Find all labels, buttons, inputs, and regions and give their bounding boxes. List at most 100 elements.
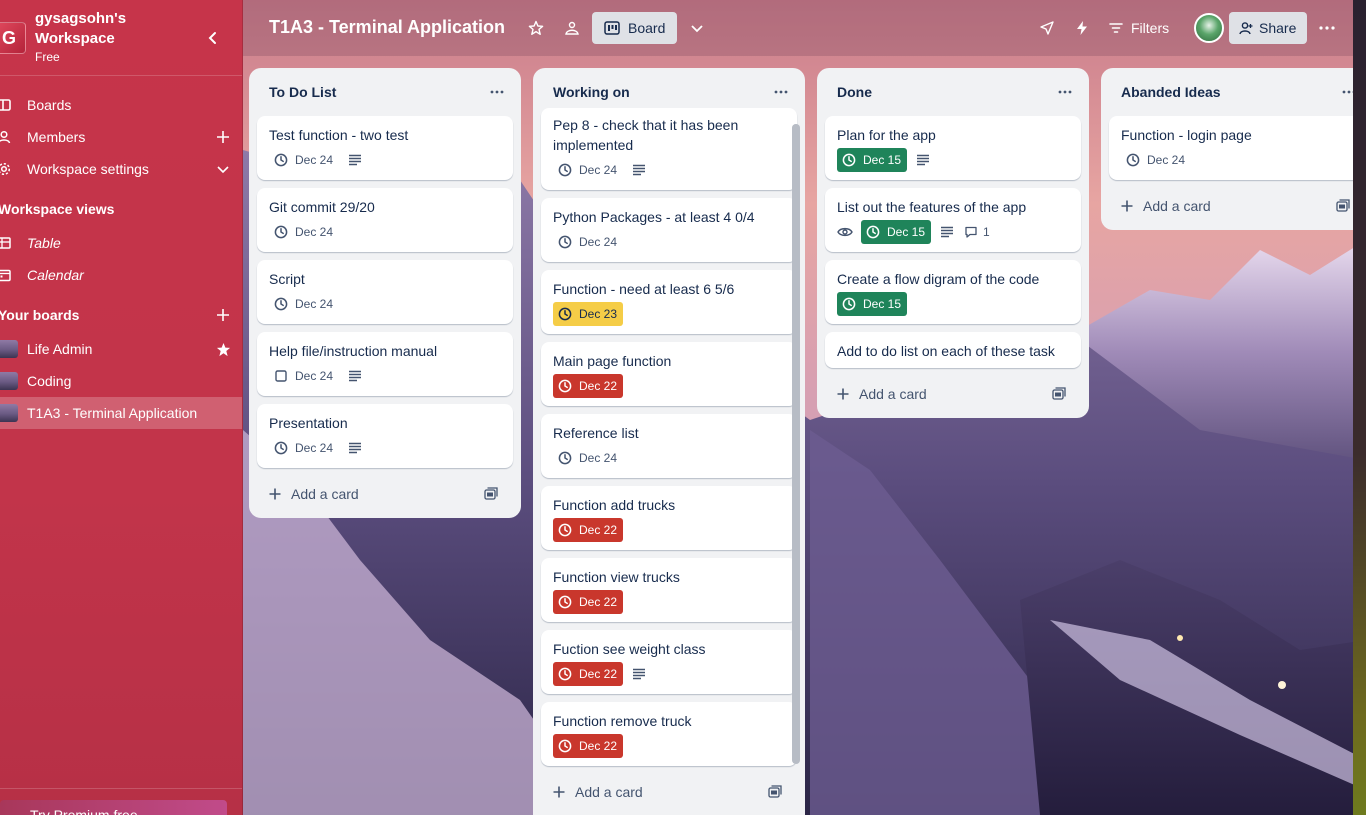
scrollbar-thumb[interactable] [792, 124, 800, 764]
due-date-badge[interactable]: Dec 24 [553, 230, 623, 254]
due-date-text: Dec 24 [295, 369, 334, 383]
try-premium-button[interactable]: Try Premium free [0, 800, 227, 815]
table-icon [0, 235, 12, 251]
due-date-badge[interactable]: Dec 23 [553, 302, 624, 326]
card-template-icon[interactable] [483, 486, 499, 502]
card-title: Create a flow digram of the code [837, 271, 1040, 287]
sidebar-board-t1a3[interactable]: T1A3 - Terminal Application [0, 397, 242, 429]
card[interactable]: Function view trucks Dec 22 [541, 558, 797, 622]
list-menu-button[interactable] [769, 80, 793, 104]
sidebar-board-coding[interactable]: Coding [0, 365, 242, 397]
card[interactable]: Presentation Dec 24 [257, 404, 513, 468]
member-avatar[interactable] [1194, 13, 1224, 43]
sidebar-item-workspace-settings[interactable]: Workspace settings [0, 153, 242, 185]
list-title[interactable]: To Do List [269, 84, 336, 100]
workspace-logo[interactable]: G [0, 22, 26, 54]
card[interactable]: Script Dec 24 [257, 260, 513, 324]
automation-button[interactable] [1068, 14, 1096, 42]
card-title: Git commit 29/20 [269, 199, 375, 215]
due-date-badge[interactable]: Dec 24 [269, 148, 339, 172]
due-date-text: Dec 24 [295, 441, 334, 455]
card[interactable]: Reference list Dec 24 [541, 414, 797, 478]
workspace-plan: Free [35, 50, 60, 64]
add-member-button[interactable] [213, 127, 233, 147]
clock-icon [273, 296, 289, 312]
card-title: Function - need at least 6 5/6 [553, 281, 735, 297]
star-board-button[interactable] [213, 339, 233, 359]
description-icon [939, 224, 955, 240]
star-board-button[interactable] [522, 14, 550, 42]
due-date-badge[interactable]: Dec 24 [553, 158, 623, 182]
due-date-badge[interactable]: Dec 15 [861, 220, 932, 244]
power-ups-button[interactable] [1033, 14, 1061, 42]
card-template-icon[interactable] [1051, 386, 1067, 402]
card[interactable]: Help file/instruction manual Dec 24 [257, 332, 513, 396]
sidebar-item-members[interactable]: Members [0, 121, 242, 153]
due-date-badge[interactable]: Dec 22 [553, 590, 624, 614]
card[interactable]: Function - login page Dec 24 [1109, 116, 1365, 180]
due-date-badge[interactable]: Dec 22 [553, 374, 624, 398]
due-date-text: Dec 15 [887, 225, 926, 239]
card[interactable]: Pep 8 - check that it has been implement… [541, 108, 797, 190]
sidebar-item-calendar-view[interactable]: Calendar [0, 259, 242, 291]
list-title[interactable]: Done [837, 84, 872, 100]
card-badges: Dec 24 [553, 230, 623, 254]
card[interactable]: Main page function Dec 22 [541, 342, 797, 406]
workspace-header: G gysagsohn's Workspace Free [0, 0, 242, 76]
card[interactable]: Function - need at least 6 5/6 Dec 23 [541, 270, 797, 334]
card[interactable]: Python Packages - at least 4 0/4 Dec 24 [541, 198, 797, 262]
card-template-icon[interactable] [767, 784, 783, 800]
board-visibility-button[interactable] [558, 14, 586, 42]
sidebar-item-table-view[interactable]: Table [0, 227, 242, 259]
due-date-badge[interactable]: Dec 24 [1121, 148, 1191, 172]
chevron-down-icon [217, 166, 229, 174]
list-title[interactable]: Abanded Ideas [1121, 84, 1221, 100]
due-date-badge[interactable]: Dec 22 [553, 518, 624, 542]
card-title: Function - login page [1121, 127, 1252, 143]
filter-icon [1109, 23, 1123, 33]
list-title[interactable]: Working on [553, 84, 630, 100]
card[interactable]: Function add trucks Dec 22 [541, 486, 797, 550]
due-date-badge[interactable]: Dec 15 [837, 292, 908, 316]
sidebar-board-life-admin[interactable]: Life Admin [0, 333, 242, 365]
collapse-sidebar-button[interactable] [199, 24, 227, 52]
card[interactable]: Add to do list on each of these task [825, 332, 1081, 368]
expand-settings-button[interactable] [213, 159, 233, 179]
due-date-text: Dec 24 [579, 163, 618, 177]
card[interactable]: Fuction see weight class Dec 22 [541, 630, 797, 694]
list-menu-button[interactable] [485, 80, 509, 104]
clock-icon [557, 738, 573, 754]
due-date-badge[interactable]: Dec 24 [269, 364, 339, 388]
filters-button[interactable]: Filters [1109, 12, 1169, 44]
add-card-button[interactable]: Add a card [257, 478, 513, 510]
add-card-button[interactable]: Add a card [541, 776, 797, 808]
board-view-button[interactable]: Board [592, 12, 677, 44]
sidebar-item-boards[interactable]: Boards [0, 89, 242, 121]
board-title[interactable]: T1A3 - Terminal Application [269, 17, 505, 38]
create-board-button[interactable] [213, 305, 233, 325]
add-card-button[interactable]: Add a card [1109, 190, 1365, 222]
card[interactable]: List out the features of the app Dec 15 1 [825, 188, 1081, 252]
share-button[interactable]: Share [1229, 12, 1307, 44]
due-date-badge[interactable]: Dec 22 [553, 734, 624, 758]
card[interactable]: Plan for the app Dec 15 [825, 116, 1081, 180]
due-date-badge[interactable]: Dec 24 [269, 292, 339, 316]
list-menu-button[interactable] [1053, 80, 1077, 104]
due-date-badge[interactable]: Dec 24 [269, 436, 339, 460]
card-template-icon[interactable] [1335, 198, 1351, 214]
eye-icon [837, 224, 853, 240]
card[interactable]: Test function - two test Dec 24 [257, 116, 513, 180]
add-card-button[interactable]: Add a card [825, 378, 1081, 410]
due-date-badge[interactable]: Dec 24 [269, 220, 339, 244]
card[interactable]: Create a flow digram of the code Dec 15 [825, 260, 1081, 324]
workspace-name[interactable]: gysagsohn's Workspace [35, 9, 155, 49]
card-badges: Dec 22 [553, 590, 624, 614]
card[interactable]: Git commit 29/20 Dec 24 [257, 188, 513, 252]
due-date-badge[interactable]: Dec 15 [837, 148, 908, 172]
view-switcher-button[interactable] [683, 14, 711, 42]
list-scrollbar[interactable] [792, 124, 800, 764]
card[interactable]: Function remove truck Dec 22 [541, 702, 797, 766]
due-date-badge[interactable]: Dec 24 [553, 446, 623, 470]
board-menu-button[interactable] [1313, 14, 1341, 42]
due-date-badge[interactable]: Dec 22 [553, 662, 624, 686]
